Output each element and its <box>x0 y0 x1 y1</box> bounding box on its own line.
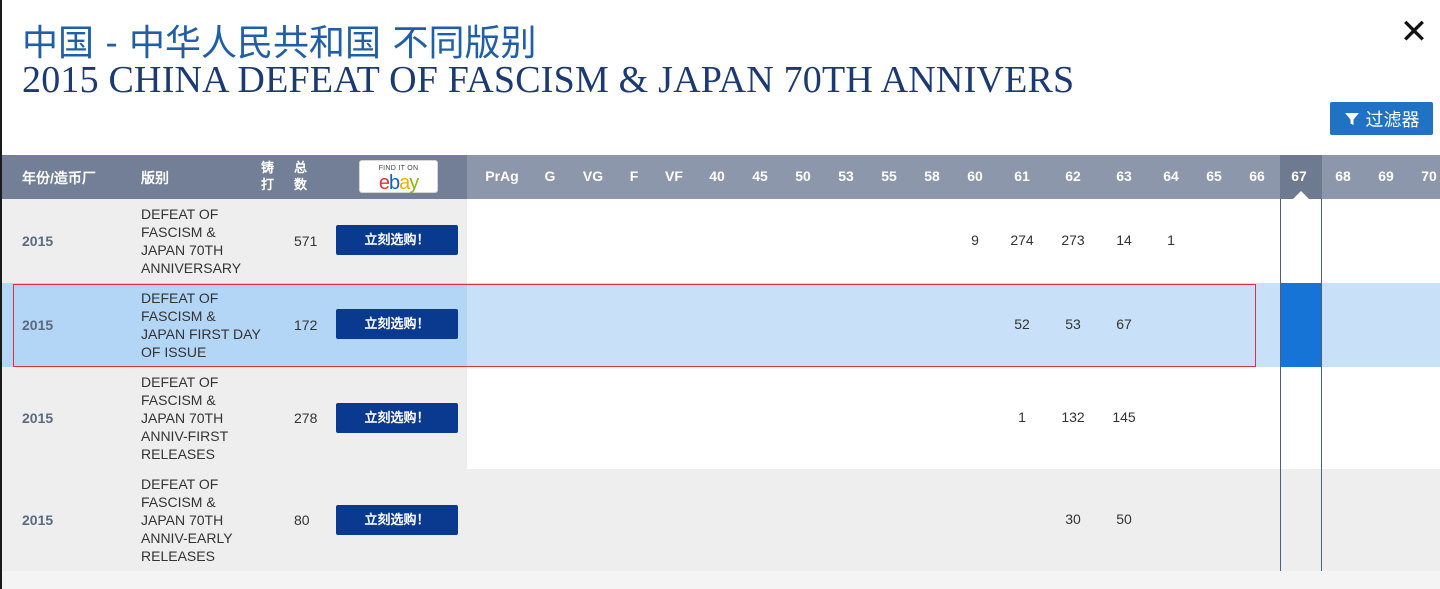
population-count[interactable]: 53 <box>1053 316 1093 332</box>
grade-column-header[interactable]: VG <box>573 168 613 184</box>
table-row-selected[interactable]: 2015 DEFEAT OF FASCISM & JAPAN FIRST DAY… <box>2 283 1440 367</box>
buy-now-button[interactable]: 立刻选购！ <box>336 505 458 535</box>
population-count[interactable]: 30 <box>1053 511 1093 527</box>
row-year[interactable]: 2015 <box>22 233 53 249</box>
row-total: 172 <box>294 317 318 333</box>
ebay-find-button[interactable]: FIND IT ON ebay <box>359 160 438 193</box>
row-variety[interactable]: DEFEAT OF FASCISM & JAPAN FIRST DAY OF I… <box>141 289 261 361</box>
buy-now-button[interactable]: 立刻选购！ <box>336 225 458 255</box>
grade-column-header[interactable]: 63 <box>1104 168 1144 184</box>
grade-column-header[interactable]: 58 <box>912 168 952 184</box>
population-count[interactable]: 132 <box>1053 409 1093 425</box>
grade-column-header[interactable]: F <box>614 168 654 184</box>
filter-button[interactable]: 过滤器 <box>1330 102 1433 135</box>
population-count[interactable]: 50 <box>1104 511 1144 527</box>
grade-column-header[interactable]: 64 <box>1151 168 1191 184</box>
grade-column-header[interactable]: 53 <box>826 168 866 184</box>
grade-column-header[interactable]: 61 <box>1002 168 1042 184</box>
grade-column-header[interactable]: 65 <box>1194 168 1234 184</box>
col-total[interactable]: 总 数 <box>294 159 307 193</box>
buy-now-button[interactable]: 立刻选购！ <box>336 309 458 339</box>
col-year-mint[interactable]: 年份/造币厂 <box>22 168 96 188</box>
buy-now-button[interactable]: 立刻选购！ <box>336 403 458 433</box>
grade-column-header[interactable]: 62 <box>1053 168 1093 184</box>
population-count[interactable]: 145 <box>1104 409 1144 425</box>
table-row[interactable]: 2015 DEFEAT OF FASCISM & JAPAN 70TH ANNI… <box>2 469 1440 571</box>
page-title-english: 2015 CHINA DEFEAT OF FASCISM & JAPAN 70T… <box>22 59 1075 101</box>
col-mintage-line2: 打 <box>261 177 275 192</box>
col-total-line1: 总 <box>294 160 308 175</box>
col-mintage[interactable]: 铸 打 <box>261 159 274 193</box>
funnel-icon <box>1344 112 1359 125</box>
row-year[interactable]: 2015 <box>22 317 53 333</box>
population-count[interactable]: 67 <box>1104 316 1144 332</box>
population-count[interactable]: 1 <box>1002 409 1042 425</box>
population-count[interactable]: 14 <box>1104 232 1144 248</box>
row-variety[interactable]: DEFEAT OF FASCISM & JAPAN 70TH ANNIVERSA… <box>141 205 261 277</box>
ebay-logo-icon: ebay <box>378 172 419 194</box>
grade-column-header[interactable]: G <box>530 168 570 184</box>
table-row[interactable]: 2015 DEFEAT OF FASCISM & JAPAN 70TH ANNI… <box>2 367 1440 469</box>
filter-button-label: 过滤器 <box>1365 109 1420 131</box>
population-count[interactable]: 273 <box>1053 232 1093 248</box>
ebay-find-text: FIND IT ON <box>378 165 419 172</box>
selected-grade-indicator-icon <box>1293 191 1309 199</box>
table-header: 年份/造币厂 版别 铸 打 总 数 FIND IT ON ebay PrAg G V… <box>2 155 1440 199</box>
row-total: 571 <box>294 233 318 249</box>
close-button[interactable]: ✕ <box>1398 14 1430 50</box>
grade-column-header[interactable]: 68 <box>1323 168 1363 184</box>
grade-column-header[interactable]: VF <box>654 168 694 184</box>
row-total: 278 <box>294 410 318 426</box>
grade-column-header[interactable]: 60 <box>955 168 995 184</box>
grade-column-header[interactable]: 45 <box>740 168 780 184</box>
grade-column-header[interactable]: PrAg <box>482 168 522 184</box>
table-row[interactable]: 2015 DEFEAT OF FASCISM & JAPAN 70TH ANNI… <box>2 199 1440 283</box>
grade-column-header[interactable]: 55 <box>869 168 909 184</box>
grade-column-header[interactable]: 70 <box>1409 168 1440 184</box>
population-count[interactable]: 52 <box>1002 316 1042 332</box>
col-total-line2: 数 <box>294 177 308 192</box>
grade-column-header[interactable]: 69 <box>1366 168 1406 184</box>
selected-grade-column <box>1280 199 1322 571</box>
row-variety[interactable]: DEFEAT OF FASCISM & JAPAN 70TH ANNIV-FIR… <box>141 373 261 463</box>
grade-column-header[interactable]: 50 <box>783 168 823 184</box>
row-year[interactable]: 2015 <box>22 410 53 426</box>
close-icon: ✕ <box>1399 12 1429 52</box>
col-variety[interactable]: 版别 <box>141 168 169 188</box>
population-count[interactable]: 9 <box>955 232 995 248</box>
table-footer-strip <box>2 571 1440 589</box>
row-total: 80 <box>294 512 310 528</box>
grade-column-header[interactable]: 40 <box>697 168 737 184</box>
grade-column-header[interactable]: 66 <box>1237 168 1277 184</box>
population-count[interactable]: 274 <box>1002 232 1042 248</box>
row-year[interactable]: 2015 <box>22 512 53 528</box>
grade-column-header[interactable]: 67 <box>1279 168 1319 184</box>
population-count[interactable]: 1 <box>1151 232 1191 248</box>
row-variety[interactable]: DEFEAT OF FASCISM & JAPAN 70TH ANNIV-EAR… <box>141 475 261 565</box>
col-mintage-line1: 铸 <box>261 160 275 175</box>
